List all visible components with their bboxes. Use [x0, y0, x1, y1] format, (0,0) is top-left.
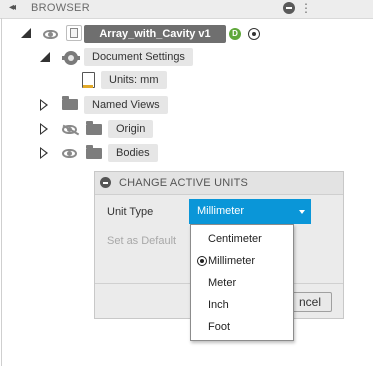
set-as-default-label: Set as Default	[107, 235, 177, 247]
collapsed-triangle-icon[interactable]	[40, 147, 48, 159]
unit-type-select[interactable]: Millimeter	[189, 199, 311, 224]
dropdown-option-foot[interactable]: Foot	[191, 316, 293, 338]
visibility-eye-icon[interactable]	[43, 30, 58, 39]
expand-triangle-icon[interactable]	[40, 52, 50, 62]
root-component-label[interactable]: Array_with_Cavity v1	[84, 25, 226, 43]
browser-menu-icon[interactable]: ⋮	[300, 0, 312, 16]
panel-divider	[1, 18, 2, 366]
component-icon	[66, 25, 82, 41]
selected-radio-icon	[197, 256, 207, 266]
unit-type-dropdown: Centimeter Millimeter Meter Inch Foot	[190, 224, 294, 341]
dropdown-option-centimeter[interactable]: Centimeter	[191, 228, 293, 250]
collapsed-triangle-icon[interactable]	[40, 99, 48, 111]
dropdown-option-millimeter[interactable]: Millimeter	[191, 250, 293, 272]
folder-icon	[86, 145, 102, 159]
unit-type-label: Unit Type	[107, 206, 154, 218]
gear-icon	[62, 51, 80, 65]
dialog-collapse-icon[interactable]	[100, 177, 111, 188]
chevron-down-icon[interactable]	[299, 210, 305, 214]
units-document-icon	[82, 72, 95, 88]
tree-item-named-views[interactable]: Named Views	[84, 96, 168, 114]
hidden-eye-icon[interactable]	[62, 125, 77, 134]
visibility-eye-icon[interactable]	[62, 149, 77, 158]
dropdown-option-inch[interactable]: Inch	[191, 294, 293, 316]
collapse-panel-icon[interactable]: ◂◂	[9, 1, 23, 15]
minimize-icon[interactable]	[283, 2, 295, 14]
dialog-title: CHANGE ACTIVE UNITS	[119, 177, 249, 189]
dropdown-option-meter[interactable]: Meter	[191, 272, 293, 294]
design-badge-icon: D	[229, 28, 241, 40]
collapsed-triangle-icon[interactable]	[40, 123, 48, 135]
dropdown-option-label: Millimeter	[208, 255, 256, 267]
tree-item-units[interactable]: Units: mm	[101, 71, 167, 89]
tree-item-origin[interactable]: Origin	[108, 120, 154, 138]
activate-radio-icon[interactable]	[248, 28, 260, 40]
tree-item-document-settings[interactable]: Document Settings	[84, 48, 193, 66]
expand-triangle-icon[interactable]	[21, 28, 31, 38]
folder-icon	[62, 96, 78, 110]
folder-icon	[86, 121, 102, 135]
tree-item-bodies[interactable]: Bodies	[108, 144, 158, 162]
browser-title: BROWSER	[31, 2, 90, 14]
